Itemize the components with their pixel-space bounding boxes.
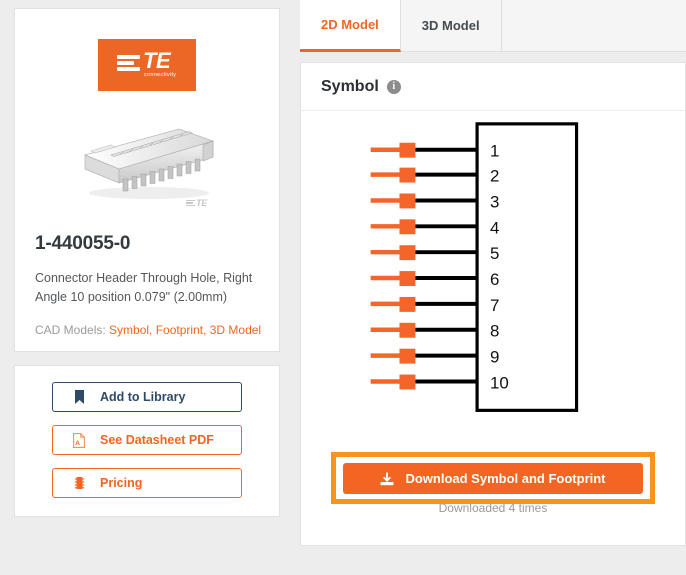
left-column: TE connectivity TE 1-440055-0 Connector …	[14, 8, 280, 517]
brand-logo-container: TE connectivity	[15, 9, 279, 91]
see-datasheet-pdf-button[interactable]: A See Datasheet PDF	[52, 425, 242, 455]
info-icon[interactable]: i	[386, 79, 401, 94]
product-detail-page: TE connectivity TE 1-440055-0 Connector …	[0, 0, 686, 575]
part-number: 1-440055-0	[35, 233, 131, 254]
svg-text:6: 6	[490, 270, 499, 289]
svg-text:1: 1	[490, 142, 499, 161]
actions-card: Add to Library A See Datasheet PDF Prici…	[14, 365, 280, 517]
svg-text:9: 9	[490, 348, 499, 367]
add-to-library-label: Add to Library	[100, 390, 186, 404]
symbol-panel-header: Symbol i	[301, 63, 685, 111]
tab-2d-model-label: 2D Model	[321, 17, 379, 32]
add-to-library-button[interactable]: Add to Library	[52, 382, 242, 412]
right-column: 2D Model 3D Model Symbol i 1 2 3 4 5 6 7…	[300, 0, 686, 546]
cad-models-label: CAD Models:	[35, 323, 106, 337]
download-count-text: Downloaded 4 times	[438, 501, 548, 515]
model-tabs: 2D Model 3D Model	[300, 0, 686, 52]
product-description: Connector Header Through Hole, Right Ang…	[35, 271, 253, 304]
svg-text:4: 4	[490, 218, 499, 237]
tab-bar-filler	[501, 0, 686, 51]
product-photo: TE	[15, 107, 279, 211]
pricing-label: Pricing	[100, 476, 143, 490]
download-symbol-footprint-button[interactable]: Download Symbol and Footprint	[343, 463, 643, 494]
svg-text:7: 7	[490, 296, 499, 315]
symbol-schematic: 1 2 3 4 5 6 7 8 9 10	[301, 111, 685, 463]
svg-text:3: 3	[490, 192, 499, 211]
pdf-file-icon: A	[71, 432, 87, 448]
bookmark-icon	[71, 390, 87, 404]
photo-watermark: TE	[186, 198, 207, 208]
see-datasheet-pdf-label: See Datasheet PDF	[100, 433, 214, 447]
tab-3d-model[interactable]: 3D Model	[400, 0, 502, 51]
svg-text:10: 10	[490, 373, 509, 392]
te-logo-text: TE	[143, 48, 171, 73]
symbol-viewer[interactable]: 1 2 3 4 5 6 7 8 9 10	[301, 111, 685, 463]
svg-text:2: 2	[490, 167, 499, 186]
svg-text:8: 8	[490, 322, 499, 341]
svg-text:A: A	[75, 440, 80, 447]
te-connectivity-logo: TE connectivity	[98, 39, 196, 91]
symbol-panel-title: Symbol	[321, 77, 379, 95]
watermark-bars-icon	[186, 199, 196, 208]
pricing-button[interactable]: Pricing	[52, 468, 242, 498]
te-logo-bars-icon	[117, 55, 140, 71]
download-area: Download Symbol and Footprint Downloaded…	[331, 452, 655, 515]
tab-2d-model[interactable]: 2D Model	[300, 0, 401, 52]
cad-models-row: CAD Models: Symbol, Footprint, 3D Model	[35, 323, 279, 337]
svg-text:5: 5	[490, 244, 499, 263]
te-logo-subtext: connectivity	[144, 72, 177, 78]
download-icon	[380, 472, 394, 486]
symbol-panel: Symbol i 1 2 3 4 5 6 7 8 9 10 Download S…	[300, 62, 686, 546]
chip-icon	[71, 476, 87, 490]
connector-illustration	[83, 128, 215, 199]
tab-3d-model-label: 3D Model	[421, 18, 480, 33]
download-button-label: Download Symbol and Footprint	[405, 471, 606, 486]
cad-models-links[interactable]: Symbol, Footprint, 3D Model	[109, 323, 261, 337]
product-summary-card: TE connectivity TE 1-440055-0 Connector …	[14, 8, 280, 352]
